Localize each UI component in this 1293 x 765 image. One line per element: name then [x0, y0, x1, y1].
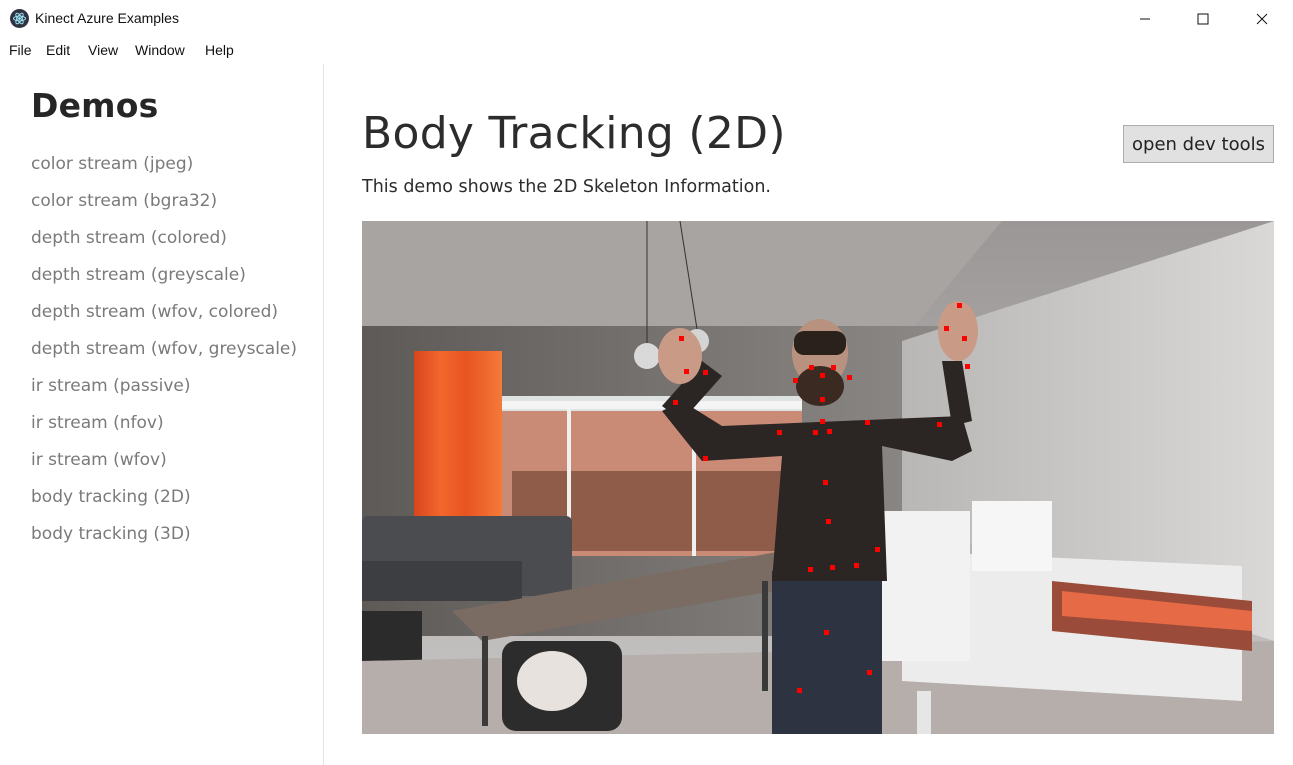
- joint-marker: [820, 419, 825, 424]
- joint-marker: [679, 336, 684, 341]
- minimize-button[interactable]: [1116, 0, 1174, 38]
- sidebar-item-ir-stream-wfov[interactable]: ir stream (wfov): [31, 450, 297, 487]
- joint-marker: [830, 565, 835, 570]
- joint-marker: [808, 567, 813, 572]
- sidebar-item-body-tracking-3d[interactable]: body tracking (3D): [31, 524, 297, 561]
- joint-marker: [826, 519, 831, 524]
- menu-window[interactable]: Window: [135, 42, 185, 58]
- joint-marker: [854, 563, 859, 568]
- joint-marker: [867, 670, 872, 675]
- joint-marker: [809, 365, 814, 370]
- joint-marker: [875, 547, 880, 552]
- joint-marker: [847, 375, 852, 380]
- joint-marker: [962, 336, 967, 341]
- joint-marker: [793, 378, 798, 383]
- menu-help[interactable]: Help: [205, 42, 234, 58]
- minimize-icon: [1140, 18, 1150, 20]
- joint-marker: [823, 480, 828, 485]
- sidebar-item-color-stream-jpeg[interactable]: color stream (jpeg): [31, 154, 297, 191]
- joint-marker: [831, 365, 836, 370]
- menu-file[interactable]: File: [9, 42, 32, 58]
- camera-scene: [362, 221, 1274, 734]
- joint-marker: [827, 429, 832, 434]
- electron-app-icon: [10, 9, 29, 28]
- sidebar-item-ir-stream-nfov[interactable]: ir stream (nfov): [31, 413, 297, 450]
- joint-marker: [797, 688, 802, 693]
- page-title: Body Tracking (2D): [362, 108, 786, 159]
- joint-marker: [820, 373, 825, 378]
- joint-marker: [937, 422, 942, 427]
- sidebar-item-depth-stream-wfov-colored[interactable]: depth stream (wfov, colored): [31, 302, 297, 339]
- joint-marker: [813, 430, 818, 435]
- close-button[interactable]: [1233, 0, 1291, 38]
- demo-list: color stream (jpeg) color stream (bgra32…: [31, 154, 297, 561]
- menu-bar: File Edit View Window Help: [0, 38, 1293, 64]
- joint-marker: [944, 326, 949, 331]
- joint-marker: [703, 456, 708, 461]
- sidebar-item-depth-stream-greyscale[interactable]: depth stream (greyscale): [31, 265, 297, 302]
- sidebar-item-ir-stream-passive[interactable]: ir stream (passive): [31, 376, 297, 413]
- open-dev-tools-button[interactable]: open dev tools: [1123, 125, 1274, 163]
- joint-marker: [865, 420, 870, 425]
- window-title: Kinect Azure Examples: [35, 10, 179, 26]
- maximize-icon: [1197, 13, 1209, 25]
- sidebar-item-color-stream-bgra32[interactable]: color stream (bgra32): [31, 191, 297, 228]
- menu-view[interactable]: View: [88, 42, 118, 58]
- sidebar-item-depth-stream-wfov-greyscale[interactable]: depth stream (wfov, greyscale): [31, 339, 297, 376]
- joint-marker: [673, 400, 678, 405]
- maximize-button[interactable]: [1174, 0, 1232, 38]
- joint-marker: [965, 364, 970, 369]
- joint-marker: [824, 630, 829, 635]
- joint-marker: [820, 397, 825, 402]
- main-content: Body Tracking (2D) This demo shows the 2…: [324, 64, 1293, 765]
- page-subtitle: This demo shows the 2D Skeleton Informat…: [362, 177, 771, 197]
- close-icon: [1256, 13, 1268, 25]
- camera-feed-canvas: [362, 221, 1274, 734]
- joint-marker: [703, 370, 708, 375]
- title-bar: Kinect Azure Examples: [0, 0, 1293, 38]
- joint-marker: [777, 430, 782, 435]
- sidebar-title: Demos: [31, 86, 159, 125]
- sidebar-item-body-tracking-2d[interactable]: body tracking (2D): [31, 487, 297, 524]
- sidebar-item-depth-stream-colored[interactable]: depth stream (colored): [31, 228, 297, 265]
- menu-edit[interactable]: Edit: [46, 42, 70, 58]
- joint-marker: [957, 303, 962, 308]
- joint-marker: [684, 369, 689, 374]
- sidebar: Demos color stream (jpeg) color stream (…: [0, 64, 324, 765]
